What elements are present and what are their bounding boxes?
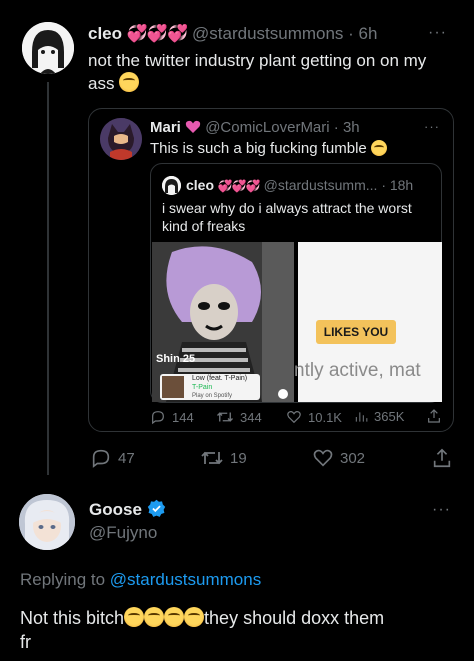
- like-button[interactable]: 302: [312, 447, 365, 469]
- profile-name: Shin: [156, 353, 180, 365]
- main-post-text: not the twitter industry plant getting o…: [88, 49, 458, 95]
- cleo-avatar[interactable]: [22, 22, 74, 74]
- nested-text: i swear why do i always attract the wors…: [162, 199, 442, 235]
- spotify-widget[interactable]: Low (feat. T-Pain) T-Pain Play on Spotif…: [192, 374, 247, 401]
- verified-badge-icon: [147, 499, 165, 517]
- profile-name-age: Shin 25: [156, 353, 195, 365]
- main-post-hearts-emoji: 💞💞💞: [126, 24, 189, 43]
- share-icon: [433, 448, 451, 468]
- crying-emoji: [144, 607, 165, 627]
- cursor-bar: [295, 322, 298, 342]
- crying-emoji: [119, 72, 140, 92]
- quote-views-button[interactable]: 365K: [354, 409, 404, 424]
- nested-handle[interactable]: @stardustsumm...: [264, 177, 378, 193]
- nested-hearts-emoji: 💞💞💞: [217, 179, 261, 193]
- nested-header: cleo 💞💞💞 @stardustsumm... · 18h: [186, 177, 413, 193]
- quote-reply-button[interactable]: 144: [150, 409, 194, 425]
- active-status-text: ntly active, mat: [294, 360, 421, 381]
- quote-retweet-button[interactable]: 344: [216, 409, 262, 425]
- crying-emoji: [370, 140, 387, 156]
- quote-name[interactable]: Mari: [150, 119, 181, 136]
- quote-more-icon[interactable]: ···: [424, 119, 440, 134]
- profile-age: 25: [182, 353, 196, 365]
- quote-text: This is such a big fucking fumble: [150, 137, 387, 160]
- main-post-handle[interactable]: @stardustsummons: [192, 24, 343, 43]
- song-artist: T-Pain: [192, 384, 213, 391]
- main-post-text-line2: ass: [88, 74, 115, 93]
- replying-to: Replying to @stardustsummons: [20, 570, 261, 590]
- thread-connector: [47, 82, 49, 475]
- reply-text: Not this bitch they should doxx them fr: [20, 606, 460, 654]
- quote-text-content: This is such a big fucking fumble: [150, 140, 367, 157]
- reply-handle[interactable]: @Fujyno: [89, 523, 157, 543]
- share-button[interactable]: [431, 447, 453, 469]
- main-post-name[interactable]: cleo: [88, 24, 122, 43]
- goose-avatar[interactable]: [19, 494, 75, 550]
- nested-text-line2: kind of freaks: [162, 218, 246, 234]
- info-icon[interactable]: [278, 389, 288, 399]
- nested-time[interactable]: · 18h: [381, 177, 413, 193]
- replying-to-handle[interactable]: @stardustsummons: [110, 570, 261, 589]
- quote-like-button[interactable]: 10.1K: [286, 409, 342, 425]
- crying-emoji: [124, 607, 145, 627]
- song-source: Play on Spotify: [192, 393, 233, 399]
- heart-icon: [313, 449, 333, 467]
- like-count: 302: [340, 449, 366, 467]
- quote-header: Mari @ComicLoverMari · 3h: [150, 119, 360, 136]
- quote-share-button[interactable]: [426, 408, 442, 424]
- crying-emoji: [184, 607, 205, 627]
- crying-emoji: [164, 607, 185, 627]
- quote-reply-count: 144: [172, 409, 194, 425]
- retweet-count: 19: [230, 449, 247, 467]
- nested-name[interactable]: cleo: [186, 177, 214, 193]
- song-title: Low (feat. T-Pain): [192, 375, 248, 382]
- reply-text-line2: fr: [20, 632, 31, 652]
- heart-icon: [287, 411, 301, 424]
- main-post-more-icon[interactable]: ···: [428, 24, 447, 42]
- reply-header: Goose: [89, 499, 166, 520]
- reply-text-part2: they should doxx them: [204, 608, 385, 628]
- replying-to-prefix: Replying to: [20, 570, 106, 589]
- retweet-icon: [201, 451, 223, 465]
- quote-handle[interactable]: @ComicLoverMari: [205, 119, 329, 136]
- reply-count: 47: [118, 449, 135, 467]
- quote-view-count: 365K: [374, 409, 405, 424]
- quote-like-count: 10.1K: [308, 409, 342, 425]
- nested-cleo-avatar[interactable]: [162, 176, 181, 195]
- quote-time[interactable]: · 3h: [334, 119, 360, 136]
- quote-retweet-count: 344: [240, 409, 262, 425]
- reply-icon: [152, 411, 164, 425]
- reply-name[interactable]: Goose: [89, 500, 142, 519]
- nested-text-line1: i swear why do i always attract the wors…: [162, 200, 412, 216]
- retweet-button[interactable]: 19: [200, 447, 247, 469]
- views-icon: [355, 411, 368, 422]
- main-post-time[interactable]: · 6h: [348, 24, 377, 43]
- reply-icon: [92, 449, 110, 468]
- reply-button[interactable]: 47: [90, 447, 135, 469]
- retweet-icon: [217, 412, 233, 422]
- main-post-text-line1: not the twitter industry plant getting o…: [88, 51, 427, 70]
- reply-text-part1: Not this bitch: [20, 608, 125, 628]
- reply-more-icon[interactable]: ···: [432, 501, 451, 519]
- share-icon: [428, 409, 440, 423]
- main-post-header: cleo 💞💞💞 @stardustsummons · 6h: [88, 24, 377, 44]
- likes-you-badge: LIKES YOU: [316, 320, 396, 344]
- mari-avatar[interactable]: [100, 118, 142, 160]
- sparkling-heart-icon: [185, 120, 201, 133]
